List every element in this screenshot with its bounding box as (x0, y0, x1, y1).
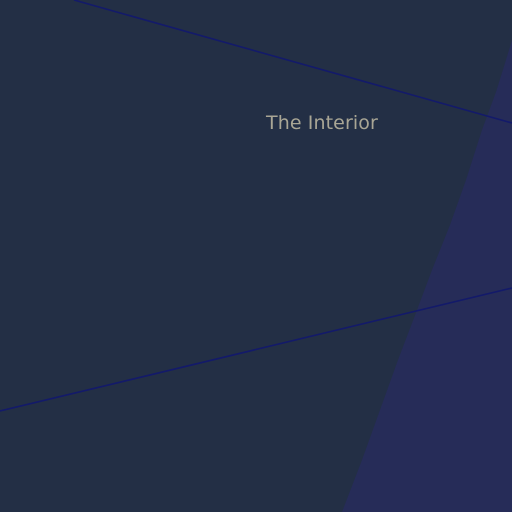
map-canvas[interactable]: The Interior (0, 0, 512, 512)
map-layers (0, 0, 512, 512)
place-label-the-interior: The Interior (266, 112, 378, 134)
